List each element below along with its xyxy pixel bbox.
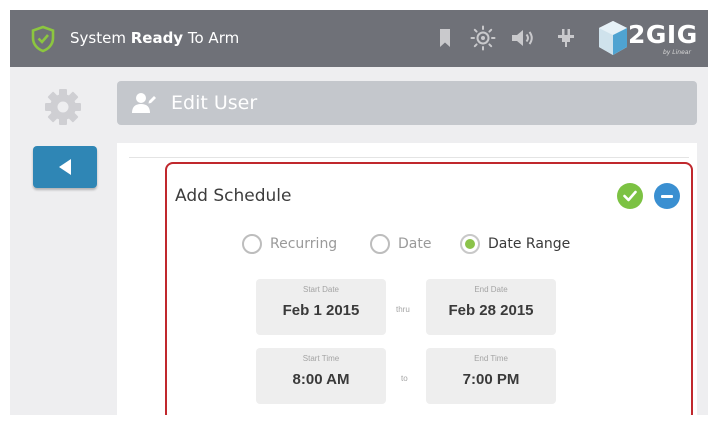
screen: System Ready To Arm 2GIG by Linear Edit … bbox=[10, 10, 708, 415]
field-label: Start Time bbox=[302, 354, 340, 363]
minus-icon bbox=[661, 195, 673, 198]
bookmark-icon[interactable] bbox=[438, 28, 452, 48]
shield-check-icon bbox=[31, 25, 55, 53]
end-date-field[interactable]: End Date Feb 28 2015 bbox=[426, 279, 556, 335]
top-status-bar: System Ready To Arm 2GIG by Linear bbox=[10, 10, 708, 67]
radio-circle-selected bbox=[460, 234, 480, 254]
volume-icon[interactable] bbox=[510, 28, 536, 48]
brightness-icon[interactable] bbox=[470, 25, 496, 51]
system-status-text: System Ready To Arm bbox=[70, 29, 239, 47]
radio-date-range[interactable]: Date Range bbox=[460, 234, 580, 258]
field-label: End Date bbox=[474, 285, 508, 294]
brand-logo: 2GIG by Linear bbox=[596, 16, 704, 64]
back-arrow-icon bbox=[59, 159, 71, 175]
radio-date[interactable]: Date bbox=[370, 234, 440, 258]
remove-button[interactable] bbox=[654, 183, 680, 209]
start-time-field[interactable]: Start Time 8:00 AM bbox=[256, 348, 386, 404]
field-value: 7:00 PM bbox=[462, 371, 520, 388]
to-label: to bbox=[401, 374, 408, 383]
check-icon bbox=[623, 190, 637, 202]
add-schedule-panel: Add Schedule Recurring Date Date Range S… bbox=[165, 162, 693, 415]
power-plug-icon bbox=[558, 29, 574, 47]
radio-label: Date bbox=[398, 236, 432, 252]
status-ready: Ready bbox=[130, 29, 184, 47]
logo-wordmark: 2GIG bbox=[628, 20, 698, 49]
radio-recurring[interactable]: Recurring bbox=[242, 234, 346, 258]
divider bbox=[129, 157, 689, 158]
logo-tagline: by Linear bbox=[663, 49, 691, 56]
field-value: 8:00 AM bbox=[292, 371, 350, 388]
field-value: Feb 28 2015 bbox=[448, 302, 534, 319]
radio-circle bbox=[242, 234, 262, 254]
user-edit-icon bbox=[132, 93, 156, 113]
page-title: Edit User bbox=[171, 92, 258, 114]
radio-label: Recurring bbox=[270, 236, 338, 252]
page-header: Edit User bbox=[117, 81, 697, 125]
status-suffix: To Arm bbox=[187, 29, 240, 47]
field-label: Start Date bbox=[302, 285, 339, 294]
back-button[interactable] bbox=[33, 146, 97, 188]
panel-title: Add Schedule bbox=[175, 186, 292, 206]
radio-label: Date Range bbox=[488, 236, 571, 252]
start-date-field[interactable]: Start Date Feb 1 2015 bbox=[256, 279, 386, 335]
end-time-field[interactable]: End Time 7:00 PM bbox=[426, 348, 556, 404]
radio-circle bbox=[370, 234, 390, 254]
logo-cube-icon bbox=[599, 21, 627, 55]
settings-gear-icon[interactable] bbox=[43, 87, 83, 127]
confirm-button[interactable] bbox=[617, 183, 643, 209]
status-prefix: System bbox=[70, 29, 126, 47]
field-value: Feb 1 2015 bbox=[282, 302, 360, 319]
thru-label: thru bbox=[396, 305, 410, 314]
field-label: End Time bbox=[474, 354, 508, 363]
